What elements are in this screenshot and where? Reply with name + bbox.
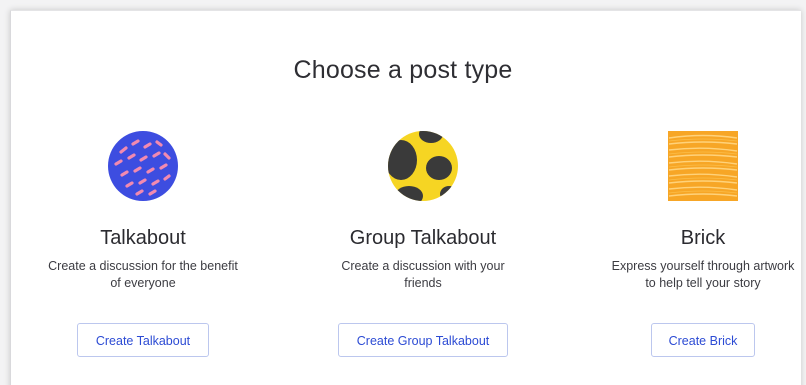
create-talkabout-button[interactable]: Create Talkabout: [77, 323, 209, 357]
post-type-card-group-talkabout: Group Talkabout Create a discussion with…: [303, 130, 543, 357]
card-title: Group Talkabout: [349, 227, 497, 249]
create-brick-button[interactable]: Create Brick: [651, 323, 755, 357]
card-description: Create a discussion with your friends: [341, 259, 505, 290]
post-type-card-talkabout: Talkabout Create a discussion for the be…: [23, 130, 263, 357]
dialog-title: Choose a post type: [293, 56, 513, 84]
card-description: Create a discussion for the benefit of e…: [48, 259, 238, 290]
yellow-circle-spots-icon: [387, 130, 459, 202]
page: Choose a post type Talkabout Create a di…: [0, 0, 806, 385]
orange-square-stripes-icon: [667, 130, 739, 202]
card-title: Brick: [680, 227, 726, 249]
create-group-talkabout-button[interactable]: Create Group Talkabout: [338, 323, 508, 357]
card-title: Talkabout: [100, 227, 186, 249]
card-description: Express yourself through artwork to help…: [611, 259, 795, 290]
blue-circle-confetti-icon: [107, 130, 179, 202]
post-type-card-brick: Brick Express yourself through artwork t…: [583, 130, 806, 357]
